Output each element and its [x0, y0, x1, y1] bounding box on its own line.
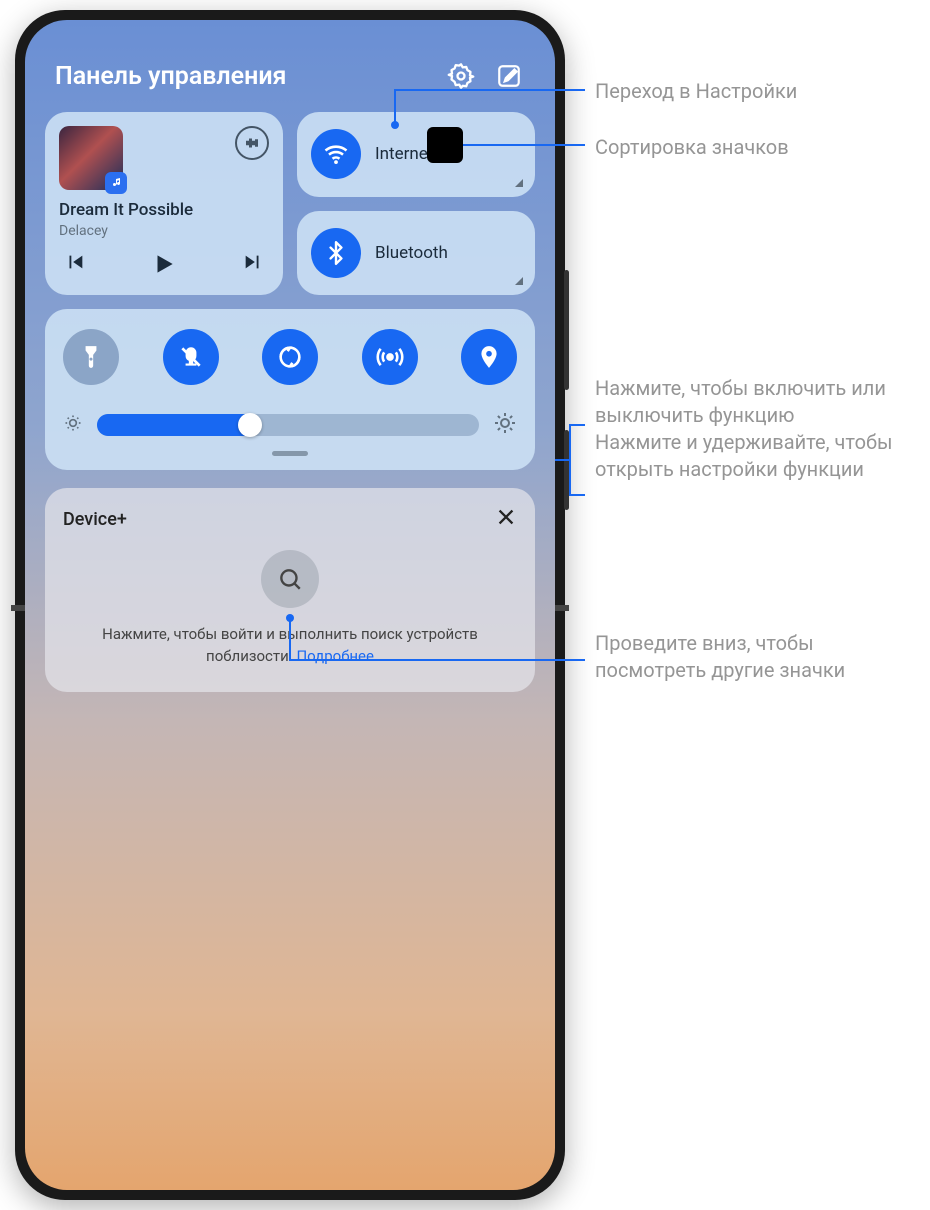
brightness-slider[interactable]	[97, 414, 479, 436]
brightness-high-icon	[493, 411, 517, 439]
expand-icon	[515, 179, 523, 187]
annotation-settings: Переход в Настройки	[595, 78, 797, 105]
media-card[interactable]: Dream It Possible Delacey	[45, 112, 283, 295]
edit-icon[interactable]	[493, 60, 525, 92]
volume-button	[564, 270, 569, 390]
audio-output-icon[interactable]	[235, 126, 269, 160]
mute-toggle[interactable]	[163, 329, 219, 385]
play-icon[interactable]	[151, 251, 177, 281]
device-plus-card: Device+ Нажмите, чтобы войти и выполнить…	[45, 488, 535, 692]
settings-icon[interactable]	[445, 60, 477, 92]
song-title: Dream It Possible	[59, 200, 269, 220]
auto-rotate-toggle[interactable]	[262, 329, 318, 385]
expand-handle[interactable]	[272, 451, 308, 456]
brightness-low-icon	[63, 413, 83, 437]
device-search-button[interactable]	[261, 550, 319, 608]
device-hint-text: Нажмите, чтобы войти и выполнить поиск у…	[63, 624, 517, 674]
device-plus-title: Device+	[63, 509, 127, 530]
control-panel-header: Панель управления	[25, 20, 555, 112]
previous-track-icon[interactable]	[63, 251, 87, 281]
wifi-toggle[interactable]: Internet	[297, 112, 535, 197]
album-art	[59, 126, 123, 190]
annotation-swipe: Проведите вниз, чтобы посмотреть другие …	[595, 630, 915, 684]
bluetooth-label: Bluetooth	[375, 243, 448, 263]
next-track-icon[interactable]	[241, 251, 265, 281]
bluetooth-toggle[interactable]: Bluetooth	[297, 211, 535, 296]
wifi-icon	[311, 129, 361, 179]
phone-frame: Панель управления	[15, 10, 565, 1200]
learn-more-link[interactable]: Подробнее	[296, 647, 374, 665]
bluetooth-icon	[311, 228, 361, 278]
annotation-toggle: Нажмите, чтобы включить или выключить фу…	[595, 375, 915, 483]
page-title: Панель управления	[55, 62, 429, 91]
expand-icon	[515, 277, 523, 285]
panels-grid: Dream It Possible Delacey	[25, 112, 555, 692]
flashlight-toggle[interactable]	[63, 329, 119, 385]
location-toggle[interactable]	[461, 329, 517, 385]
wifi-label: Internet	[375, 144, 433, 164]
hotspot-toggle[interactable]	[362, 329, 418, 385]
annotation-sort: Сортировка значков	[595, 134, 789, 161]
screen: Панель управления	[25, 20, 555, 1190]
music-app-badge-icon	[105, 172, 127, 194]
close-icon[interactable]	[495, 506, 517, 532]
song-artist: Delacey	[59, 223, 269, 239]
power-button	[564, 430, 569, 510]
quick-toggles-panel	[45, 309, 535, 470]
